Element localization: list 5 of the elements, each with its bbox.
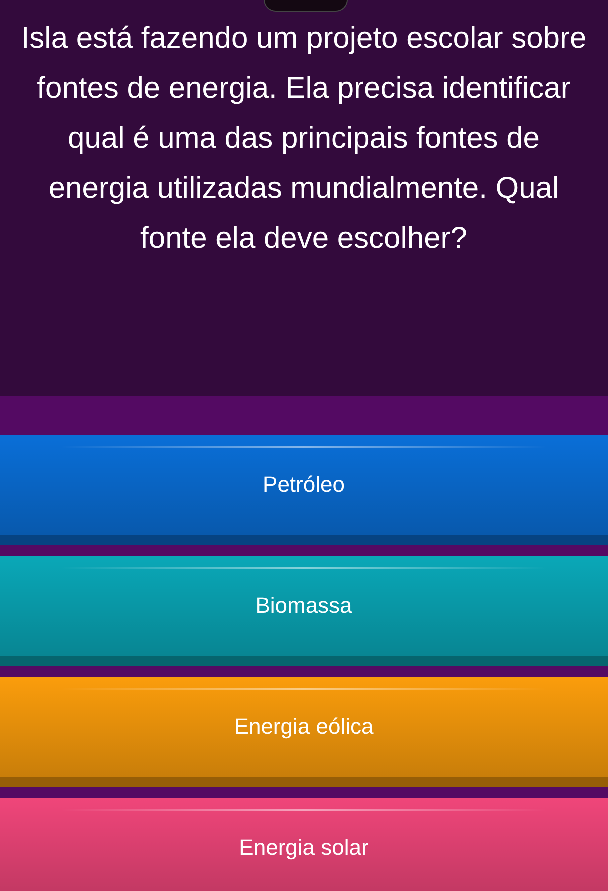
answer-option[interactable]: Biomassa [0,556,608,666]
question-text: Isla está fazendo um projeto escolar sobre fontes de energia. Ela precisa identificar qual é uma das principais fontes de energia utilizadas mundialmente. Qual fonte ela deve escolher? [20,21,588,257]
answer-option[interactable]: Energia eólica [0,677,608,787]
answer-option[interactable]: Energia solar [0,798,608,891]
answer-option[interactable]: Petróleo [0,435,608,545]
